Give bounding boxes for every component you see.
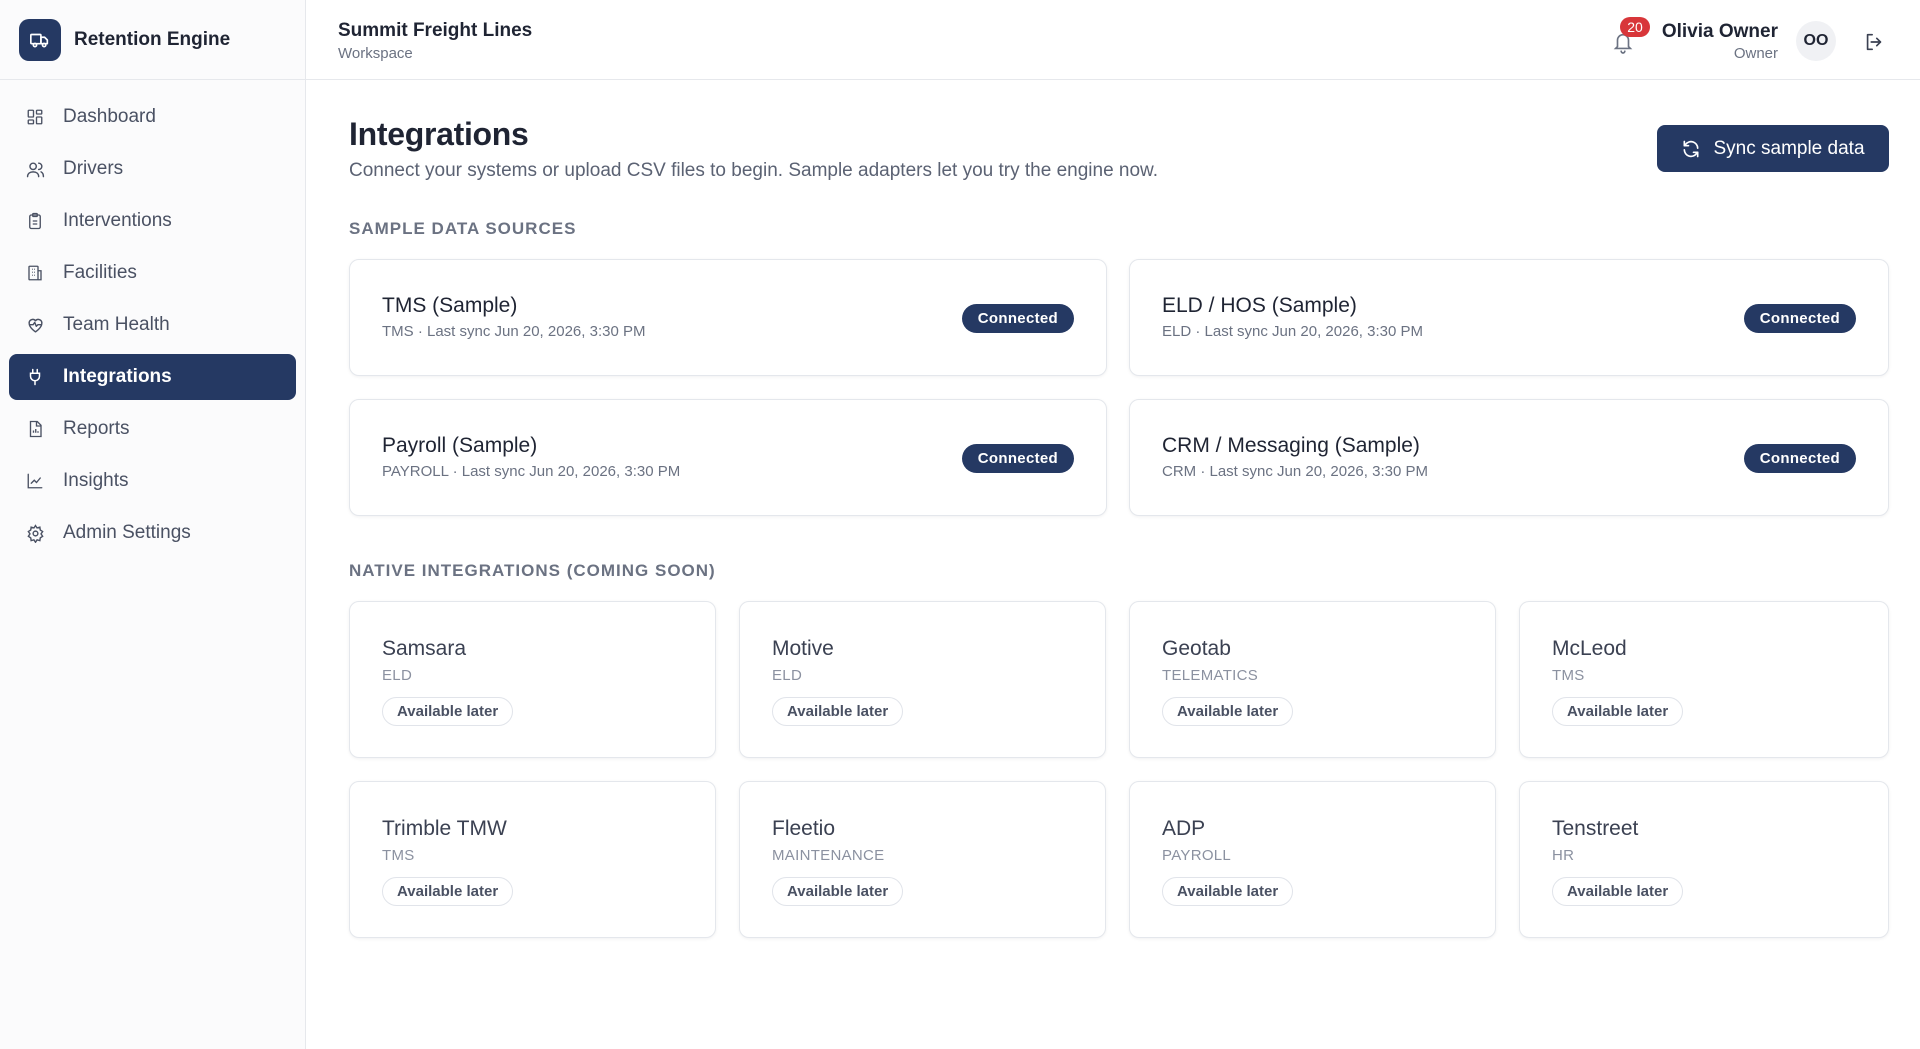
integration-name: ADP	[1162, 817, 1206, 840]
sidebar-item-label: Drivers	[63, 158, 124, 179]
native-integration-card[interactable]: Motive ELD Available later	[739, 601, 1106, 758]
workspace-label: Workspace	[338, 45, 413, 62]
sample-source-card[interactable]: Payroll (Sample) PAYROLL · Last sync Jun…	[349, 399, 1107, 516]
plug-icon	[25, 367, 45, 387]
availability-badge: Available later	[382, 697, 514, 726]
sidebar-item-label: Admin Settings	[63, 522, 191, 543]
source-title: CRM / Messaging (Sample)	[1162, 434, 1420, 457]
sidebar-item-label: Integrations	[63, 366, 172, 387]
app-root: Retention Engine Dashboard Drivers Inter…	[0, 0, 1920, 1049]
sidebar-item-label: Team Health	[63, 314, 170, 335]
sidebar-item-interventions[interactable]: Interventions	[9, 198, 296, 244]
availability-badge: Available later	[382, 877, 514, 906]
availability-badge: Available later	[1552, 877, 1684, 906]
native-integration-card[interactable]: Fleetio MAINTENANCE Available later	[739, 781, 1106, 938]
native-integration-card[interactable]: ADP PAYROLL Available later	[1129, 781, 1496, 938]
report-icon	[25, 419, 45, 439]
sidebar-item-label: Dashboard	[63, 106, 156, 127]
heart-pulse-icon	[25, 315, 45, 335]
notification-count-badge: 20	[1620, 17, 1650, 37]
logout-icon[interactable]	[1863, 31, 1885, 53]
native-integration-card[interactable]: Tenstreet HR Available later	[1519, 781, 1889, 938]
sync-button-label: Sync sample data	[1713, 137, 1865, 159]
native-integration-card[interactable]: McLeod TMS Available later	[1519, 601, 1889, 758]
source-title: TMS (Sample)	[382, 294, 518, 317]
sidebar-item-label: Facilities	[63, 262, 137, 283]
native-integrations-heading: NATIVE INTEGRATIONS (COMING SOON)	[349, 561, 716, 580]
sidebar: Retention Engine Dashboard Drivers Inter…	[0, 0, 306, 1049]
availability-badge: Available later	[772, 877, 904, 906]
building-icon	[25, 263, 45, 283]
sync-sample-data-button[interactable]: Sync sample data	[1657, 125, 1889, 172]
sidebar-item-drivers[interactable]: Drivers	[9, 146, 296, 192]
sidebar-item-reports[interactable]: Reports	[9, 406, 296, 452]
integration-category: TMS	[1552, 667, 1585, 684]
avatar[interactable]: OO	[1796, 21, 1836, 61]
sidebar-item-label: Interventions	[63, 210, 172, 231]
integration-category: ELD	[772, 667, 803, 684]
sample-source-card[interactable]: TMS (Sample) TMS · Last sync Jun 20, 202…	[349, 259, 1107, 376]
integration-name: McLeod	[1552, 637, 1627, 660]
integration-category: MAINTENANCE	[772, 847, 885, 864]
integration-name: Samsara	[382, 637, 467, 660]
sidebar-item-label: Reports	[63, 418, 130, 439]
source-meta: TMS · Last sync Jun 20, 2026, 3:30 PM	[382, 323, 646, 340]
availability-badge: Available later	[1162, 697, 1294, 726]
refresh-icon	[1681, 139, 1701, 159]
status-badge: Connected	[1743, 444, 1856, 473]
integration-category: HR	[1552, 847, 1575, 864]
source-meta: ELD · Last sync Jun 20, 2026, 3:30 PM	[1162, 323, 1423, 340]
status-badge: Connected	[961, 304, 1074, 333]
sidebar-item-label: Insights	[63, 470, 129, 491]
availability-badge: Available later	[772, 697, 904, 726]
sidebar-nav: Dashboard Drivers Interventions Faciliti…	[0, 80, 305, 556]
availability-badge: Available later	[1552, 697, 1684, 726]
sample-source-card[interactable]: ELD / HOS (Sample) ELD · Last sync Jun 2…	[1129, 259, 1889, 376]
page-title: Integrations	[349, 116, 529, 152]
source-meta: PAYROLL · Last sync Jun 20, 2026, 3:30 P…	[382, 463, 681, 480]
main-content: Integrations Connect your systems or upl…	[306, 80, 1920, 1049]
integration-name: Motive	[772, 637, 834, 660]
integration-name: Trimble TMW	[382, 817, 507, 840]
sidebar-item-facilities[interactable]: Facilities	[9, 250, 296, 296]
workspace-name[interactable]: Summit Freight Lines	[338, 20, 532, 42]
status-badge: Connected	[961, 444, 1074, 473]
integration-name: Fleetio	[772, 817, 836, 840]
status-badge: Connected	[1743, 304, 1856, 333]
page-description: Connect your systems or upload CSV files…	[349, 160, 1159, 181]
integration-category: TMS	[382, 847, 415, 864]
dashboard-icon	[25, 107, 45, 127]
clipboard-icon	[25, 211, 45, 231]
integration-name: Tenstreet	[1552, 817, 1639, 840]
integration-name: Geotab	[1162, 637, 1231, 660]
integration-category: ELD	[382, 667, 413, 684]
sidebar-item-dashboard[interactable]: Dashboard	[9, 94, 296, 140]
native-integration-card[interactable]: Geotab TELEMATICS Available later	[1129, 601, 1496, 758]
sample-sources-heading: SAMPLE DATA SOURCES	[349, 219, 577, 238]
sidebar-item-admin-settings[interactable]: Admin Settings	[9, 510, 296, 556]
source-meta: CRM · Last sync Jun 20, 2026, 3:30 PM	[1162, 463, 1428, 480]
brand-name: Retention Engine	[74, 28, 231, 50]
brand[interactable]: Retention Engine	[0, 0, 305, 80]
integration-category: PAYROLL	[1162, 847, 1232, 864]
integration-category: TELEMATICS	[1162, 667, 1259, 684]
sidebar-item-integrations[interactable]: Integrations	[9, 354, 296, 400]
source-title: ELD / HOS (Sample)	[1162, 294, 1357, 317]
top-header: Summit Freight Lines Workspace 20 Olivia…	[306, 0, 1920, 80]
user-role: Owner	[1733, 45, 1778, 62]
truck-icon	[19, 18, 61, 61]
source-title: Payroll (Sample)	[382, 434, 538, 457]
native-integration-card[interactable]: Trimble TMW TMS Available later	[349, 781, 716, 938]
native-integration-card[interactable]: Samsara ELD Available later	[349, 601, 716, 758]
users-icon	[25, 159, 45, 179]
availability-badge: Available later	[1162, 877, 1294, 906]
user-name: Olivia Owner	[1661, 21, 1778, 42]
sidebar-item-insights[interactable]: Insights	[9, 458, 296, 504]
chart-line-icon	[25, 471, 45, 491]
sidebar-item-team-health[interactable]: Team Health	[9, 302, 296, 348]
sample-source-card[interactable]: CRM / Messaging (Sample) CRM · Last sync…	[1129, 399, 1889, 516]
gear-icon	[25, 523, 45, 543]
